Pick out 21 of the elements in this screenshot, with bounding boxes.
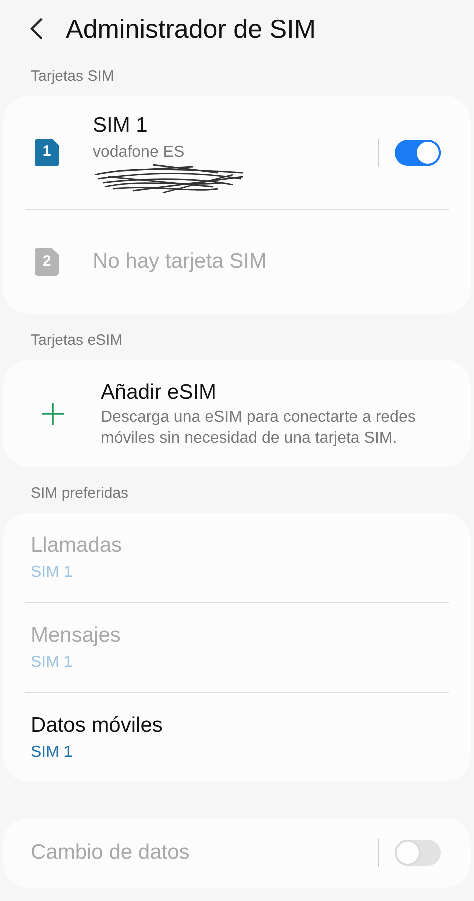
sim-slot-icon: 2 <box>35 248 59 276</box>
setting-value: SIM 1 <box>31 563 74 584</box>
setting-title: Llamadas <box>31 532 124 559</box>
setting-title: Cambio de datos <box>31 840 191 866</box>
setting-title[interactable]: Datos móviles <box>31 710 471 742</box>
toggle-switch[interactable] <box>395 140 441 166</box>
page-title: Administrador de SIM <box>66 12 316 46</box>
esim-title[interactable]: Añadir eSIM <box>101 376 471 408</box>
section-label: Tarjetas eSIM <box>30 330 124 351</box>
sim-slot-icon: 1 <box>35 138 59 166</box>
setting-title: Mensajes <box>31 622 122 649</box>
section-label: SIM preferidas <box>30 484 130 504</box>
esim-description: Descarga una eSIM para conectarte a redes móviles sin necesidad de una tarjeta SIM. <box>101 408 417 450</box>
sim-name: No hay tarjeta SIM <box>93 249 268 276</box>
section-label: Tarjetas SIM <box>30 66 116 87</box>
setting-value: SIM 1 <box>31 743 74 764</box>
add-icon[interactable] <box>41 402 65 426</box>
back-icon[interactable] <box>30 17 44 41</box>
carrier-label: vodafone ES <box>93 143 186 164</box>
sim-name: SIM 1 <box>93 112 149 139</box>
setting-value: SIM 1 <box>31 653 74 674</box>
